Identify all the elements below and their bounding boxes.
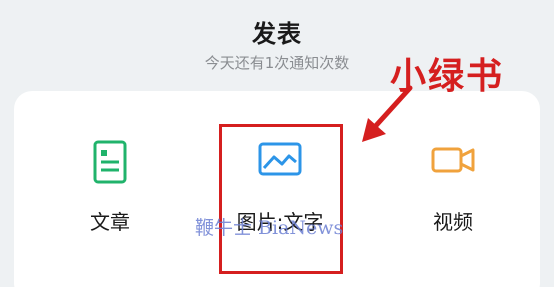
annotation-arrow-icon [362,85,413,142]
publish-video-option[interactable]: 视频 [403,140,503,250]
video-camera-icon [431,147,475,173]
publish-sheet: 发表 今天还有1次通知次数 文章 图片:文字 视频 小绿书 鞭牛士 BiaNew… [0,0,554,287]
watermark: 鞭牛士 BiaNews [195,217,344,239]
video-label: 视频 [433,210,473,234]
document-icon [93,140,127,184]
article-label: 文章 [90,210,130,234]
publish-article-option[interactable]: 文章 [60,140,160,250]
page-title: 发表 [252,20,302,48]
highlight-box [219,124,343,274]
